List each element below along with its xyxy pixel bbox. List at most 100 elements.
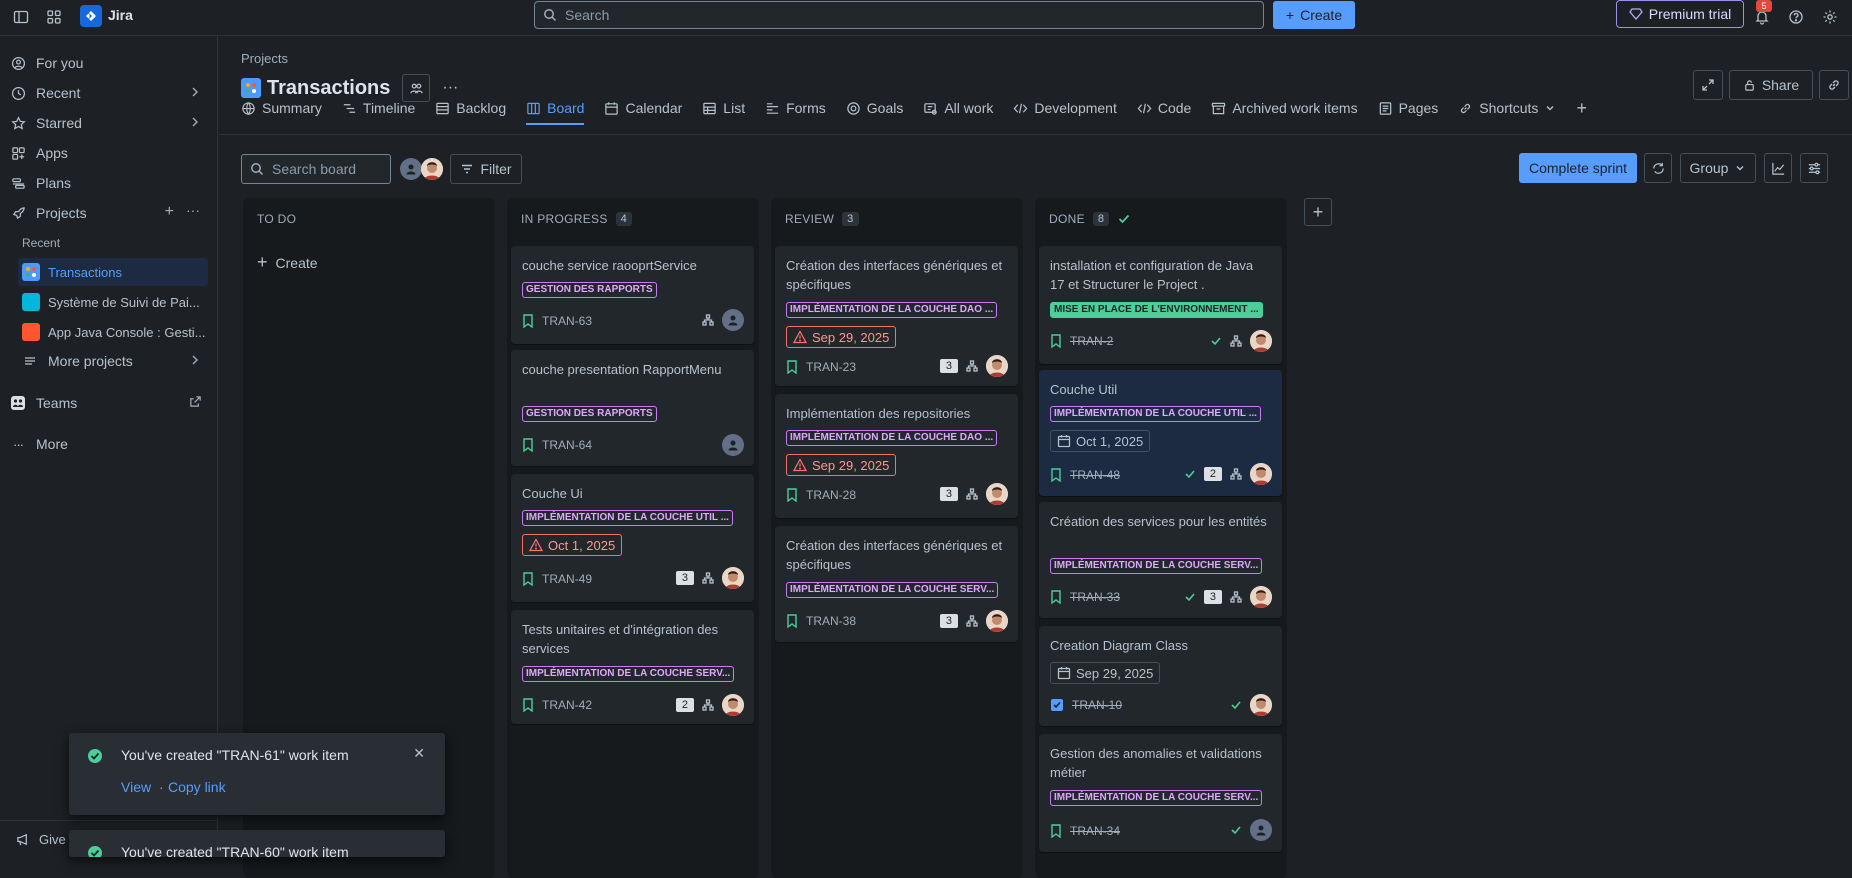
issue-card[interactable]: Tests unitaires et d'intégration des ser… [511,610,754,724]
search-input[interactable]: Search [534,1,1264,29]
tab-summary[interactable]: Summary [241,94,322,122]
issue-card[interactable]: Couche Ui IMPLÉMENTATION DE LA COUCHE UT… [511,474,754,602]
avatar-unassigned[interactable] [722,309,744,331]
jira-logo-icon[interactable] [80,5,102,27]
card-key[interactable]: TRAN-33 [1050,590,1120,604]
issue-card[interactable]: Création des interfaces génériques et sp… [775,246,1018,386]
card-key[interactable]: TRAN-63 [522,314,592,328]
link-icon[interactable] [1819,70,1849,100]
tab-shortcuts[interactable]: Shortcuts [1458,94,1556,122]
sidebar-item-projects[interactable]: Projects + ··· [10,200,210,226]
breadcrumb[interactable]: Projects [241,51,288,66]
premium-trial-button[interactable]: Premium trial [1616,0,1744,28]
avatar-unassigned[interactable] [722,434,744,456]
issue-card[interactable]: Gestion des anomalies et validations mét… [1039,734,1282,852]
tab-pages[interactable]: Pages [1378,94,1438,122]
avatar-unassigned[interactable] [400,158,422,180]
tab-calendar[interactable]: Calendar [604,94,682,122]
due-date-badge[interactable]: Sep 29, 2025 [786,326,897,348]
sidebar-item-plans[interactable]: Plans [10,170,210,196]
tab-development[interactable]: Development [1013,94,1117,122]
avatar-user[interactable] [986,483,1008,505]
help-icon[interactable] [1785,6,1807,28]
share-button[interactable]: Share [1729,70,1813,100]
card-key[interactable]: TRAN-2 [1050,334,1113,348]
card-key[interactable]: TRAN-23 [786,360,856,374]
settings-gear-icon[interactable] [1819,6,1841,28]
sidebar-item-apps[interactable]: Apps [10,140,210,166]
app-name[interactable]: Jira [108,7,133,23]
app-switcher-icon[interactable] [43,6,65,28]
avatar-user[interactable] [1250,463,1272,485]
issue-card[interactable]: installation et configuration de Java 17… [1039,246,1282,364]
sidebar-project-java-console[interactable]: App Java Console : Gesti... [18,318,208,346]
sidebar-item-for-you[interactable]: For you [10,50,210,76]
tab-list[interactable]: List [702,94,745,122]
avatar-user[interactable] [722,694,744,716]
card-key[interactable]: TRAN-64 [522,438,592,452]
avatar-user[interactable] [1250,330,1272,352]
sidebar-project-transactions[interactable]: Transactions [18,258,208,286]
view-settings-icon[interactable] [1800,153,1828,183]
tab-archived-work-items[interactable]: Archived work items [1211,94,1358,122]
avatar-unassigned[interactable] [1250,819,1272,841]
tab-forms[interactable]: Forms [765,94,826,122]
sidebar-item-starred[interactable]: Starred [10,110,210,136]
toast-copy-link[interactable]: Copy link [168,779,226,795]
tab-code[interactable]: Code [1137,94,1191,122]
complete-sprint-button[interactable]: Complete sprint [1519,153,1637,183]
due-date-badge[interactable]: Sep 29, 2025 [786,454,897,476]
create-button[interactable]: + Create [1273,1,1355,29]
issue-card[interactable]: Création des services pour les entités I… [1039,502,1282,618]
fullscreen-icon[interactable] [1693,70,1723,100]
card-key[interactable]: TRAN-28 [786,488,856,502]
sidebar-more-projects[interactable]: More projects [22,348,210,374]
card-key[interactable]: TRAN-38 [786,614,856,628]
issue-card[interactable]: Création des interfaces génériques et sp… [775,526,1018,642]
avatar-user[interactable] [1250,586,1272,608]
avatar-user[interactable] [986,610,1008,632]
sprint-refresh-icon[interactable] [1644,153,1672,183]
due-date-badge[interactable]: Sep 29, 2025 [1050,662,1161,684]
due-date-badge[interactable]: Oct 1, 2025 [522,534,623,556]
card-key[interactable]: TRAN-42 [522,698,592,712]
sidebar-item-teams[interactable]: Teams [10,390,210,416]
avatar-user[interactable] [421,158,443,180]
issue-card[interactable]: couche presentation RapportMenu GESTION … [511,350,754,466]
issue-card[interactable]: couche service raooprtService GESTION DE… [511,246,754,344]
avatar-user[interactable] [1250,694,1272,716]
issue-card[interactable]: Creation Diagram Class Sep 29, 2025 TRAN… [1039,626,1282,726]
more-icon[interactable]: ··· [186,202,200,218]
card-key[interactable]: TRAN-48 [1050,468,1120,482]
sidebar-toggle-icon[interactable] [10,6,32,28]
card-key[interactable]: TRAN-34 [1050,824,1120,838]
avatar-user[interactable] [722,567,744,589]
filter-button[interactable]: Filter [450,154,522,184]
add-tab-icon[interactable]: + [1576,94,1587,122]
tab-goals[interactable]: Goals [846,94,904,122]
avatar-user[interactable] [986,355,1008,377]
close-icon[interactable]: ✕ [413,745,425,762]
issue-card[interactable]: Couche Util IMPLÉMENTATION DE LA COUCHE … [1039,370,1282,496]
search-board-input[interactable]: Search board [241,154,391,184]
card-key[interactable]: TRAN-49 [522,572,592,586]
sidebar-item-recent[interactable]: Recent [10,80,210,106]
tab-all-work[interactable]: All work [923,94,993,122]
sidebar-item-more[interactable]: ··· More [10,431,210,457]
sidebar-project-suivi[interactable]: Système de Suivi de Pai... [18,288,208,316]
toast-view-link[interactable]: View [121,779,151,795]
tab-board[interactable]: Board [526,94,585,125]
due-date-badge[interactable]: Oct 1, 2025 [1050,430,1151,452]
tab-label: Goals [866,100,904,116]
group-dropdown[interactable]: Group [1680,153,1756,183]
create-item-button[interactable]: + Create [257,252,318,273]
insights-chart-icon[interactable] [1764,153,1792,183]
tab-timeline[interactable]: Timeline [342,94,415,122]
tab-label: Code [1157,100,1192,116]
card-key[interactable]: TRAN-10 [1050,698,1122,712]
add-project-icon[interactable]: + [165,203,174,221]
issue-card[interactable]: Implémentation des repositories IMPLÉMEN… [775,394,1018,518]
tab-backlog[interactable]: Backlog [435,94,506,122]
add-column-button[interactable]: + [1304,198,1332,226]
story-points: 2 [675,698,694,712]
